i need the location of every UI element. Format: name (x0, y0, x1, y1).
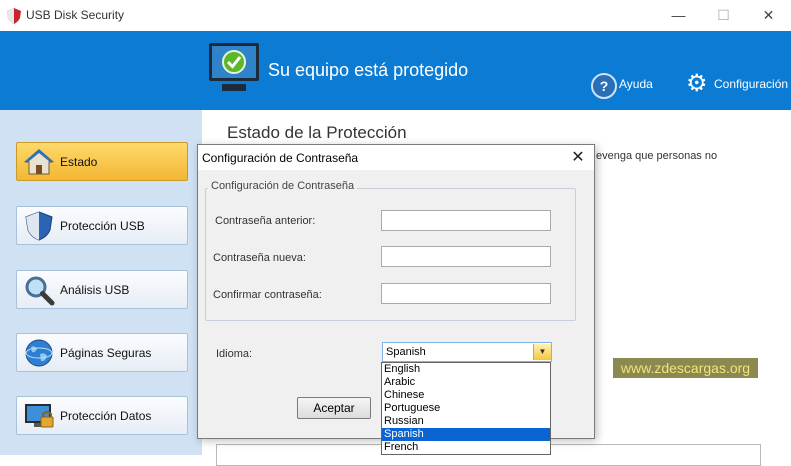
sidebar-item-label: Análisis USB (60, 283, 130, 297)
dialog-close-button[interactable]: ✕ (567, 147, 589, 167)
description-text: evenga que personas no (596, 150, 718, 162)
watermark: www.zdescargas.org (613, 358, 758, 378)
dialog-title: Configuración de Contraseña (202, 151, 359, 165)
help-icon[interactable]: ? (591, 73, 617, 99)
language-select[interactable]: Spanish ▼ (382, 342, 552, 362)
language-option[interactable]: English (382, 363, 550, 376)
language-dropdown-list: English Arabic Chinese Portuguese Russia… (381, 362, 551, 455)
minimize-button[interactable]: — (656, 0, 701, 31)
gear-icon[interactable]: ⚙ (686, 72, 710, 96)
monitor-check-icon (209, 43, 259, 81)
confirm-password-field[interactable] (381, 283, 551, 304)
new-password-field[interactable] (381, 246, 551, 267)
sidebar-item-analisis-usb[interactable]: Análisis USB (16, 270, 188, 309)
confirm-password-label: Confirmar contraseña: (213, 289, 322, 301)
magnifier-icon (25, 276, 55, 306)
sidebar-item-label: Protección Datos (60, 409, 152, 423)
home-icon (24, 149, 54, 175)
old-password-label: Contraseña anterior: (215, 215, 316, 227)
language-option-selected[interactable]: Spanish (382, 428, 550, 441)
language-option[interactable]: French (382, 441, 550, 454)
chevron-down-icon[interactable]: ▼ (533, 344, 551, 360)
settings-link[interactable]: Configuración (714, 77, 788, 91)
language-option[interactable]: Russian (382, 415, 550, 428)
app-shield-icon (7, 8, 21, 24)
old-password-field[interactable] (381, 210, 551, 231)
language-option[interactable]: Arabic (382, 376, 550, 389)
sidebar-item-estado[interactable]: Estado (16, 142, 188, 181)
page-title: Estado de la Protección (227, 123, 407, 142)
sidebar-item-label: Protección USB (60, 219, 145, 233)
globe-icon (25, 339, 53, 367)
close-window-button[interactable]: ✕ (746, 0, 791, 31)
sidebar-item-label: Estado (60, 155, 98, 169)
groupbox-title: Configuración de Contraseña (208, 180, 358, 192)
monitor-lock-icon (25, 404, 54, 428)
help-link[interactable]: Ayuda (619, 77, 653, 91)
language-selected-value: Spanish (386, 346, 426, 358)
sidebar-item-proteccion-datos[interactable]: Protección Datos (16, 396, 188, 435)
sidebar-item-paginas-seguras[interactable]: Páginas Seguras (16, 333, 188, 372)
sidebar-item-proteccion-usb[interactable]: Protección USB (16, 206, 188, 245)
window-title: USB Disk Security (26, 8, 125, 22)
accept-button[interactable]: Aceptar (297, 397, 371, 419)
maximize-button[interactable]: ☐ (701, 0, 746, 31)
sidebar-item-label: Páginas Seguras (60, 346, 152, 360)
protection-status-text: Su equipo está protegido (268, 60, 469, 80)
language-option[interactable]: Chinese (382, 389, 550, 402)
language-option[interactable]: Portuguese (382, 402, 550, 415)
new-password-label: Contraseña nueva: (213, 252, 306, 264)
monitor-stand (222, 84, 246, 91)
shield-icon (25, 211, 53, 241)
language-label: Idioma: (216, 348, 253, 360)
